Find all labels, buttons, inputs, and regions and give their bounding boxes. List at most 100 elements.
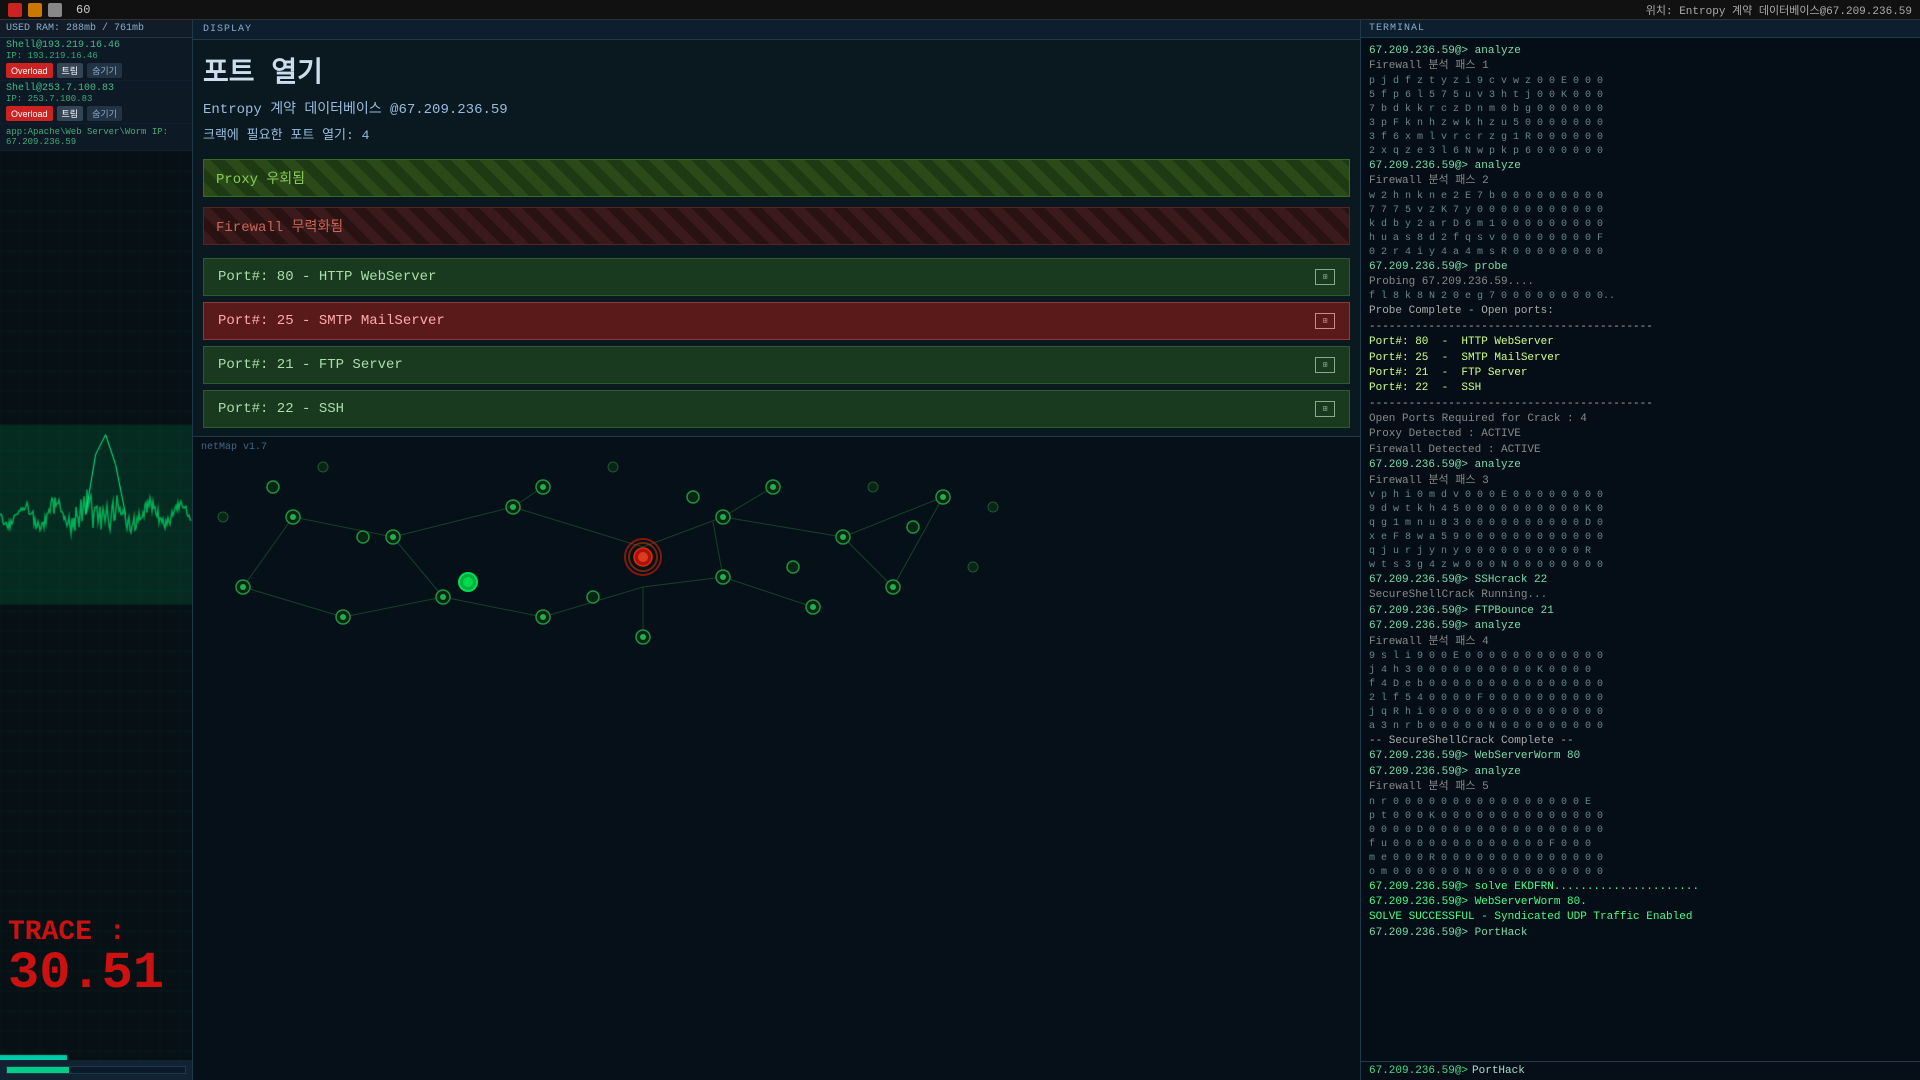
ram-info: USED RAM: 288mb / 761mb xyxy=(0,20,192,38)
port-list: Port#: 80 - HTTP WebServer ⊞ Port#: 25 -… xyxy=(203,258,1350,428)
terminal-line: ----------------------------------------… xyxy=(1369,320,1912,335)
connection-actions-2: Overload 트림 숨기기 xyxy=(6,106,186,121)
terminal-line: w 2 h n k n e 2 E 7 b 0 0 0 0 0 0 0 0 0 xyxy=(1369,190,1912,204)
terminal-line: 9 d w t k h 4 5 0 0 0 0 0 0 0 0 0 0 K 0 xyxy=(1369,503,1912,517)
terminal-line: Port#: 25 - SMTP MailServer xyxy=(1369,351,1912,366)
terminal-line: 67.209.236.59@> SSHcrack 22 xyxy=(1369,573,1912,588)
terminal-line: f 4 D e b 0 0 0 0 0 0 0 0 0 0 0 0 0 0 0 xyxy=(1369,678,1912,692)
terminal-line: 7 7 7 5 v z K 7 y 0 0 0 0 0 0 0 0 0 0 0 xyxy=(1369,204,1912,218)
terminal-line: ----------------------------------------… xyxy=(1369,397,1912,412)
terminal-line: p j d f z t y z i 9 c v w z 0 0 E 0 0 0 xyxy=(1369,75,1912,89)
terminal-line: Port#: 22 - SSH xyxy=(1369,381,1912,396)
terminal-line: 2 x q z e 3 l 6 N w p k p 6 0 0 0 0 0 0 xyxy=(1369,145,1912,159)
port-label-25: Port#: 25 - SMTP MailServer xyxy=(218,313,445,329)
connection-item-1: Shell@193.219.16.46 IP: 193.219.16.46 Ov… xyxy=(0,38,192,81)
timer-display: 60 xyxy=(76,3,90,17)
port-icon-80: ⊞ xyxy=(1315,269,1335,285)
graph-area: TRACE : 30.51 xyxy=(0,151,192,1060)
terminal-header: TERMINAL xyxy=(1361,20,1920,38)
terminal-line: Firewall 분석 패스 3 xyxy=(1369,474,1912,489)
terminal-line: 0 2 r 4 i y 4 a 4 m s R 0 0 0 0 0 0 0 0 xyxy=(1369,246,1912,260)
netmap-section: netMap v1.7 xyxy=(193,436,1360,1080)
port-item-25[interactable]: Port#: 25 - SMTP MailServer ⊞ xyxy=(203,302,1350,340)
terminal-line: 67.209.236.59@> analyze xyxy=(1369,159,1912,174)
trim-btn-2[interactable]: 트림 xyxy=(57,106,84,121)
terminal-content[interactable]: 67.209.236.59@> analyzeFirewall 분석 패스 1p… xyxy=(1361,38,1920,1061)
terminal-line: 67.209.236.59@> analyze xyxy=(1369,458,1912,473)
hide-btn-2[interactable]: 숨기기 xyxy=(87,106,122,121)
right-panel: TERMINAL 67.209.236.59@> analyzeFirewall… xyxy=(1360,20,1920,1080)
connection-actions-1: Overload 트림 숨기기 xyxy=(6,63,186,78)
terminal-line: 9 s l i 9 0 0 E 0 0 0 0 0 0 0 0 0 0 0 0 xyxy=(1369,650,1912,664)
terminal-line: 67.209.236.59@> probe xyxy=(1369,260,1912,275)
port-icon-22: ⊞ xyxy=(1315,401,1335,417)
top-bar: 60 위치: Entropy 계약 데이터베이스@67.209.236.59 xyxy=(0,0,1920,20)
port-item-80[interactable]: Port#: 80 - HTTP WebServer ⊞ xyxy=(203,258,1350,296)
terminal-line: n r 0 0 0 0 0 0 0 0 0 0 0 0 0 0 0 0 E xyxy=(1369,796,1912,810)
gear-icon[interactable] xyxy=(48,3,62,17)
terminal-input-line: 67.209.236.59@> xyxy=(1361,1061,1920,1080)
close-icon[interactable] xyxy=(8,3,22,17)
netmap-svg xyxy=(193,437,1360,1080)
terminal-line: x e F 8 w a 5 9 0 0 0 0 0 0 0 0 0 0 0 0 xyxy=(1369,531,1912,545)
port-item-22[interactable]: Port#: 22 - SSH ⊞ xyxy=(203,390,1350,428)
terminal-line: 67.209.236.59@> PortHack xyxy=(1369,926,1912,941)
port-icon-21: ⊞ xyxy=(1315,357,1335,373)
port-label-21: Port#: 21 - FTP Server xyxy=(218,357,403,373)
hide-btn-1[interactable]: 숨기기 xyxy=(87,63,122,78)
terminal-line: m e 0 0 0 R 0 0 0 0 0 0 0 0 0 0 0 0 0 0 xyxy=(1369,852,1912,866)
terminal-line: k d b y 2 a r D 6 m 1 0 0 0 0 0 0 0 0 0 xyxy=(1369,218,1912,232)
terminal-line: a 3 n r b 0 0 0 0 0 N 0 0 0 0 0 0 0 0 0 xyxy=(1369,720,1912,734)
terminal-line: 67.209.236.59@> FTPBounce 21 xyxy=(1369,604,1912,619)
terminal-line: v p h i 0 m d v 0 0 0 E 0 0 0 0 0 0 0 0 xyxy=(1369,489,1912,503)
terminal-line: Probe Complete - Open ports: xyxy=(1369,304,1912,319)
terminal-line: 7 b d k k r c z D n m 0 b g 0 0 0 0 0 0 xyxy=(1369,103,1912,117)
app-info: app:Apache\Web Server\Worm IP: 67.209.23… xyxy=(0,124,192,151)
terminal-line: 2 l f 5 4 0 0 0 0 F 0 0 0 0 0 0 0 0 0 0 xyxy=(1369,692,1912,706)
terminal-line: q j u r j y n y 0 0 0 0 0 0 0 0 0 0 R xyxy=(1369,545,1912,559)
terminal-line: SOLVE SUCCESSFUL - Syndicated UDP Traffi… xyxy=(1369,910,1912,925)
terminal-line: w t s 3 g 4 z w 0 0 0 N 0 0 0 0 0 0 0 0 xyxy=(1369,559,1912,573)
terminal-line: Firewall 분석 패스 4 xyxy=(1369,635,1912,650)
terminal-line: Port#: 21 - FTP Server xyxy=(1369,366,1912,381)
terminal-line: 67.209.236.59@> solve EKDFRN............… xyxy=(1369,880,1912,895)
terminal-line: Firewall 분석 패스 2 xyxy=(1369,174,1912,189)
terminal-line: Open Ports Required for Crack : 4 xyxy=(1369,412,1912,427)
terminal-prompt: 67.209.236.59@> xyxy=(1369,1065,1468,1077)
terminal-line: 3 p F k n h z w k h z u 5 0 0 0 0 0 0 0 xyxy=(1369,117,1912,131)
terminal-line: o m 0 0 0 0 0 0 N 0 0 0 0 0 0 0 0 0 0 0 xyxy=(1369,866,1912,880)
terminal-line: Firewall 분석 패스 5 xyxy=(1369,780,1912,795)
terminal-line: p t 0 0 0 K 0 0 0 0 0 0 0 0 0 0 0 0 0 0 xyxy=(1369,810,1912,824)
minimize-icon[interactable] xyxy=(28,3,42,17)
trim-btn-1[interactable]: 트림 xyxy=(57,63,84,78)
port-item-21[interactable]: Port#: 21 - FTP Server ⊞ xyxy=(203,346,1350,384)
terminal-line: Port#: 80 - HTTP WebServer xyxy=(1369,335,1912,350)
terminal-line: j q R h i 0 0 0 0 0 0 0 0 0 0 0 0 0 0 0 xyxy=(1369,706,1912,720)
overload-btn-1[interactable]: Overload xyxy=(6,63,53,78)
connection-name-2: Shell@253.7.100.83 xyxy=(6,83,186,94)
trace-display: TRACE : 30.51 xyxy=(8,917,164,1000)
top-bar-location: 위치: Entropy 계약 데이터베이스@67.209.236.59 xyxy=(1646,2,1912,18)
connection-ip-1: IP: 193.219.16.46 xyxy=(6,51,186,61)
terminal-line: SecureShellCrack Running... xyxy=(1369,588,1912,603)
terminal-line: Firewall Detected : ACTIVE xyxy=(1369,443,1912,458)
terminal-input[interactable] xyxy=(1472,1065,1912,1077)
overload-btn-2[interactable]: Overload xyxy=(6,106,53,121)
terminal-line: Firewall 분석 패스 1 xyxy=(1369,59,1912,74)
crack-info: 크랙에 필요한 포트 열기: 4 xyxy=(193,121,1360,146)
terminal-line: Probing 67.209.236.59.... xyxy=(1369,275,1912,290)
top-bar-left: 60 xyxy=(8,3,90,17)
firewall-section: Firewall 무력화됨 xyxy=(203,207,1350,245)
terminal-line: 67.209.236.59@> analyze xyxy=(1369,619,1912,634)
terminal-line: 0 0 0 0 D 0 0 0 0 0 0 0 0 0 0 0 0 0 0 0 xyxy=(1369,824,1912,838)
terminal-line: 67.209.236.59@> analyze xyxy=(1369,44,1912,59)
netmap-label: netMap v1.7 xyxy=(201,442,267,453)
port-open-title: 포트 열기 xyxy=(193,40,1360,95)
main-layout: USED RAM: 288mb / 761mb Shell@193.219.16… xyxy=(0,20,1920,1080)
terminal-line: f l 8 k 8 N 2 0 e g 7 0 0 0 0 0 0 0 0 0.… xyxy=(1369,290,1912,304)
terminal-line: 5 f p 6 l 5 7 5 u v 3 h t j 0 0 K 0 0 0 xyxy=(1369,89,1912,103)
connection-item-2: Shell@253.7.100.83 IP: 253.7.100.83 Over… xyxy=(0,81,192,124)
terminal-line: 67.209.236.59@> WebServerWorm 80. xyxy=(1369,895,1912,910)
progress-bar-fill xyxy=(7,1067,69,1073)
port-label-22: Port#: 22 - SSH xyxy=(218,401,344,417)
